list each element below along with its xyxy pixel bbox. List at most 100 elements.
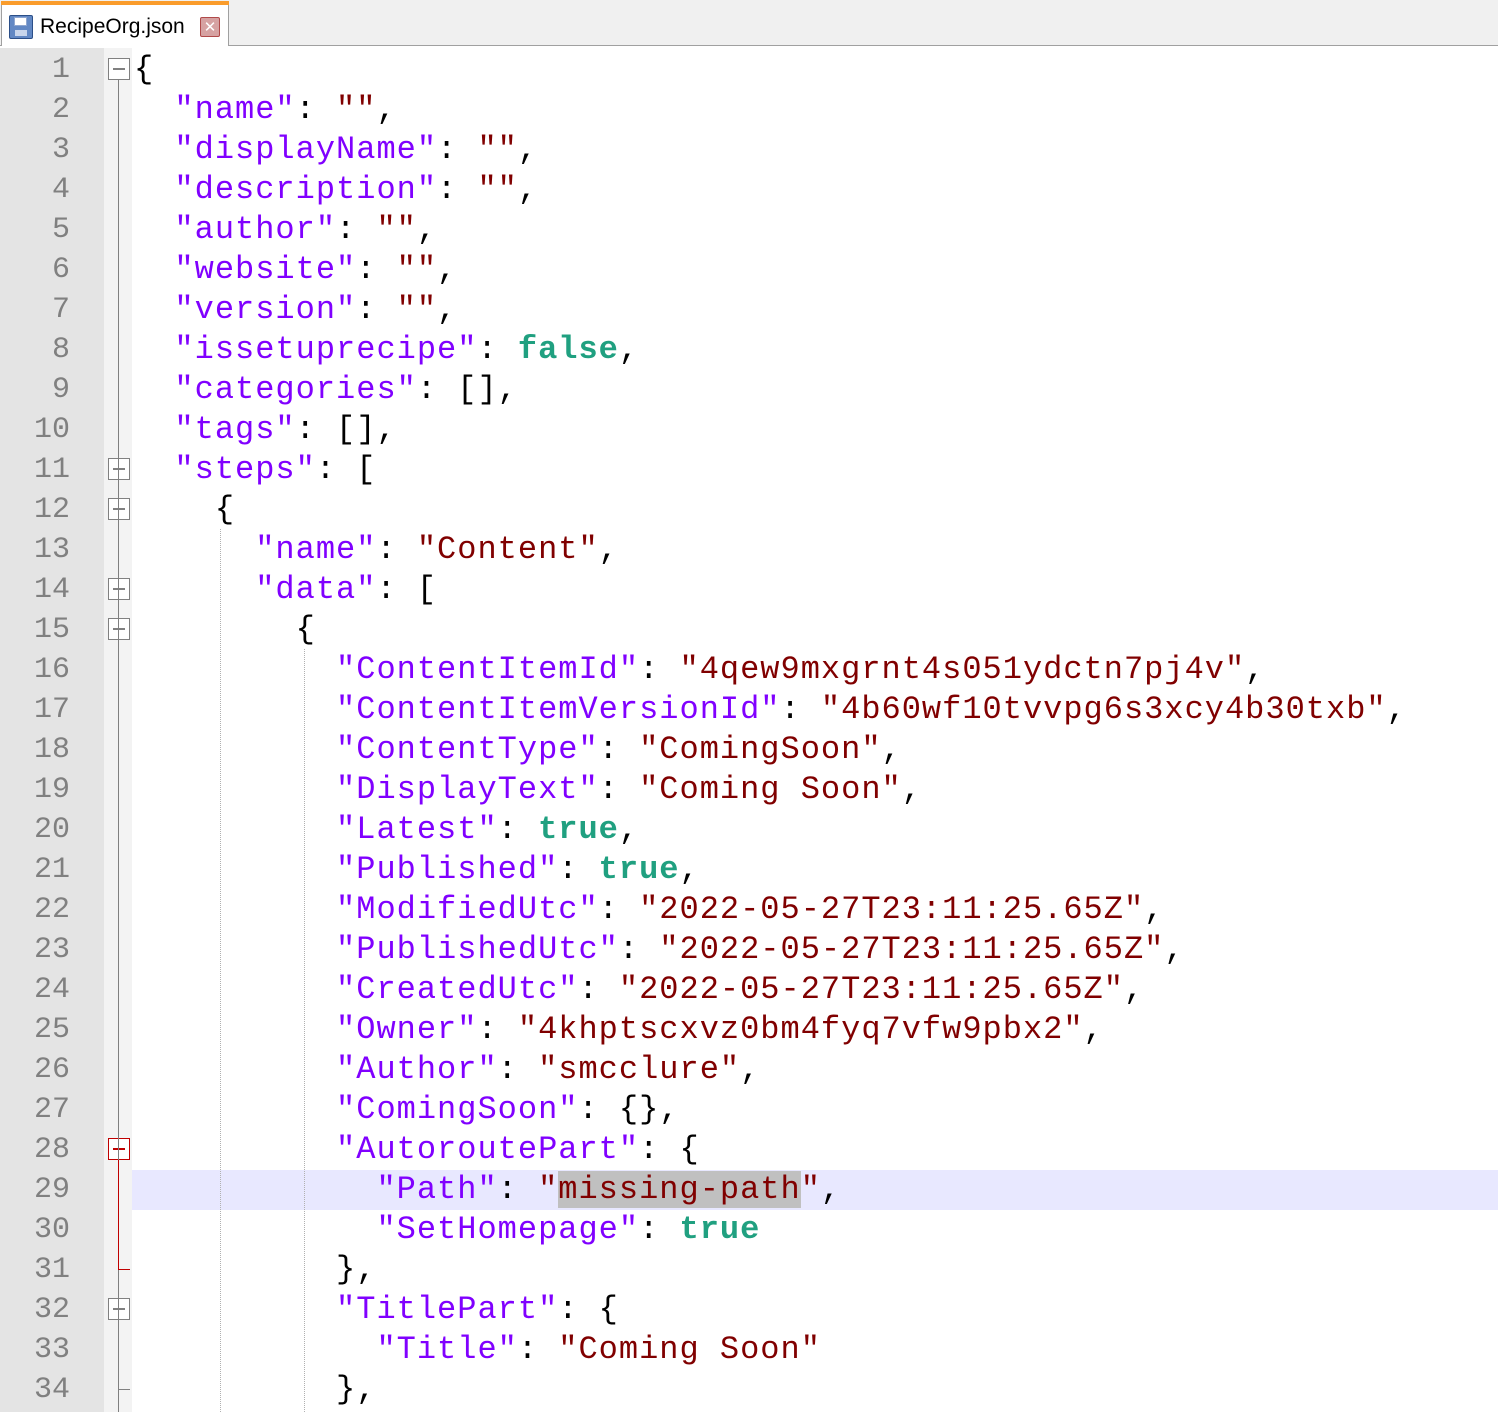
fold-toggle[interactable] (108, 458, 130, 480)
line-code[interactable]: "Path": "missing-path", (134, 1171, 841, 1208)
code-line[interactable]: 7 "version": "", (0, 289, 1498, 329)
code-line[interactable]: 5 "author": "", (0, 209, 1498, 249)
code-line[interactable]: 14 "data": [ (0, 569, 1498, 609)
line-code[interactable]: "Author": "smcclure", (134, 1053, 760, 1087)
code-token: "2022-05-27T23:11:25.65Z" (659, 931, 1165, 968)
line-code[interactable]: "ModifiedUtc": "2022-05-27T23:11:25.65Z"… (134, 893, 1164, 927)
fold-toggle[interactable] (108, 498, 130, 520)
line-code[interactable]: "Owner": "4khptscxvz0bm4fyq7vfw9pbx2", (134, 1013, 1104, 1047)
code-line[interactable]: 24 "CreatedUtc": "2022-05-27T23:11:25.65… (0, 969, 1498, 1009)
code-token: "2022-05-27T23:11:25.65Z" (618, 971, 1124, 1008)
code-line[interactable]: 21 "Published": true, (0, 849, 1498, 889)
code-line[interactable]: 18 "ContentType": "ComingSoon", (0, 729, 1498, 769)
line-code[interactable]: "Title": "Coming Soon" (134, 1333, 821, 1367)
code-line[interactable]: 29 "Path": "missing-path", (0, 1169, 1498, 1210)
line-number: 3 (51, 133, 70, 167)
fold-toggle[interactable] (108, 58, 130, 80)
code-token: , (1164, 931, 1185, 968)
indent-guide (220, 529, 221, 1412)
code-line[interactable]: 27 "ComingSoon": {}, (0, 1089, 1498, 1129)
code-line[interactable]: 1{ (0, 49, 1498, 89)
tab-recipeorg-json[interactable]: RecipeOrg.json ✕ (1, 1, 229, 46)
code-token: "Path" (376, 1171, 498, 1208)
line-number: 26 (33, 1053, 70, 1087)
line-code[interactable]: "issetuprecipe": false, (134, 333, 639, 367)
code-line[interactable]: 11 "steps": [ (0, 449, 1498, 489)
code-token: " (800, 1171, 821, 1208)
line-code[interactable]: "TitlePart": { (134, 1293, 619, 1327)
code-line[interactable]: 3 "displayName": "", (0, 129, 1498, 169)
code-line[interactable]: 30 "SetHomepage": true (0, 1209, 1498, 1249)
code-token: , (1386, 691, 1407, 728)
code-line[interactable]: 20 "Latest": true, (0, 809, 1498, 849)
line-code[interactable]: "Latest": true, (134, 813, 639, 847)
line-code[interactable]: "PublishedUtc": "2022-05-27T23:11:25.65Z… (134, 933, 1185, 967)
line-code[interactable]: "data": [ (134, 573, 437, 607)
code-line[interactable]: 4 "description": "", (0, 169, 1498, 209)
line-code[interactable]: "steps": [ (134, 453, 376, 487)
line-code[interactable]: "ComingSoon": {}, (134, 1093, 679, 1127)
line-code[interactable]: { (134, 493, 235, 527)
fold-toggle[interactable] (108, 1298, 130, 1320)
code-line[interactable]: 28 "AutoroutePart": { (0, 1129, 1498, 1169)
code-line[interactable]: 32 "TitlePart": { (0, 1289, 1498, 1329)
line-code[interactable]: "version": "", (134, 293, 457, 327)
fold-toggle[interactable] (108, 1138, 130, 1160)
code-line[interactable]: 9 "categories": [], (0, 369, 1498, 409)
line-code[interactable]: "name": "", (134, 93, 397, 127)
line-code[interactable]: "ContentItemVersionId": "4b60wf10tvvpg6s… (134, 693, 1407, 727)
line-code[interactable]: "author": "", (134, 213, 437, 247)
code-token: : (437, 171, 478, 208)
code-line[interactable]: 6 "website": "", (0, 249, 1498, 289)
line-code[interactable]: "displayName": "", (134, 133, 538, 167)
code-token: : (558, 851, 599, 888)
code-line[interactable]: 34 }, (0, 1369, 1498, 1409)
line-code[interactable]: { (134, 53, 154, 87)
line-code[interactable]: "AutoroutePart": { (134, 1133, 700, 1167)
code-line[interactable]: 13 "name": "Content", (0, 529, 1498, 569)
line-number: 22 (33, 893, 70, 927)
line-code[interactable]: "ContentType": "ComingSoon", (134, 733, 902, 767)
code-line[interactable]: 17 "ContentItemVersionId": "4b60wf10tvvp… (0, 689, 1498, 729)
code-line[interactable]: 15 { (0, 609, 1498, 649)
code-line[interactable]: 26 "Author": "smcclure", (0, 1049, 1498, 1089)
line-code[interactable]: "DisplayText": "Coming Soon", (134, 773, 922, 807)
code-token: , (416, 211, 438, 248)
code-line[interactable]: 16 "ContentItemId": "4qew9mxgrnt4s051ydc… (0, 649, 1498, 689)
code-line[interactable]: 31 }, (0, 1249, 1498, 1289)
code-line[interactable]: 23 "PublishedUtc": "2022-05-27T23:11:25.… (0, 929, 1498, 969)
line-code[interactable]: "website": "", (134, 253, 457, 287)
code-token: , (618, 331, 640, 368)
code-line[interactable]: 33 "Title": "Coming Soon" (0, 1329, 1498, 1369)
line-code[interactable]: { (134, 613, 316, 647)
line-code[interactable]: "description": "", (134, 173, 538, 207)
line-code[interactable]: "categories": [], (134, 373, 518, 407)
line-code[interactable]: "tags": [], (134, 413, 397, 447)
code-line[interactable]: 19 "DisplayText": "Coming Soon", (0, 769, 1498, 809)
code-line[interactable]: 8 "issetuprecipe": false, (0, 329, 1498, 369)
close-icon[interactable]: ✕ (200, 17, 220, 37)
code-token: , (881, 731, 902, 768)
line-code[interactable]: "SetHomepage": true (134, 1213, 760, 1247)
fold-toggle[interactable] (108, 578, 130, 600)
line-code[interactable]: }, (134, 1373, 376, 1407)
line-code[interactable]: "name": "Content", (134, 533, 619, 567)
code-line[interactable]: 10 "tags": [], (0, 409, 1498, 449)
fold-toggle[interactable] (108, 618, 130, 640)
selected-text: missing-path (558, 1171, 801, 1208)
code-editor[interactable]: 1{2 "name": "", 3 "displayName": "", 4 "de… (0, 48, 1498, 1412)
line-code[interactable]: }, (134, 1253, 376, 1287)
code-line[interactable]: 25 "Owner": "4khptscxvz0bm4fyq7vfw9pbx2"… (0, 1009, 1498, 1049)
code-token: "Coming Soon" (558, 1331, 821, 1368)
code-line[interactable]: 2 "name": "", (0, 89, 1498, 129)
line-code[interactable]: "CreatedUtc": "2022-05-27T23:11:25.65Z", (134, 973, 1144, 1007)
code-line[interactable]: 12 { (0, 489, 1498, 529)
code-line[interactable]: 22 "ModifiedUtc": "2022-05-27T23:11:25.6… (0, 889, 1498, 929)
line-code[interactable]: "Published": true, (134, 853, 700, 887)
